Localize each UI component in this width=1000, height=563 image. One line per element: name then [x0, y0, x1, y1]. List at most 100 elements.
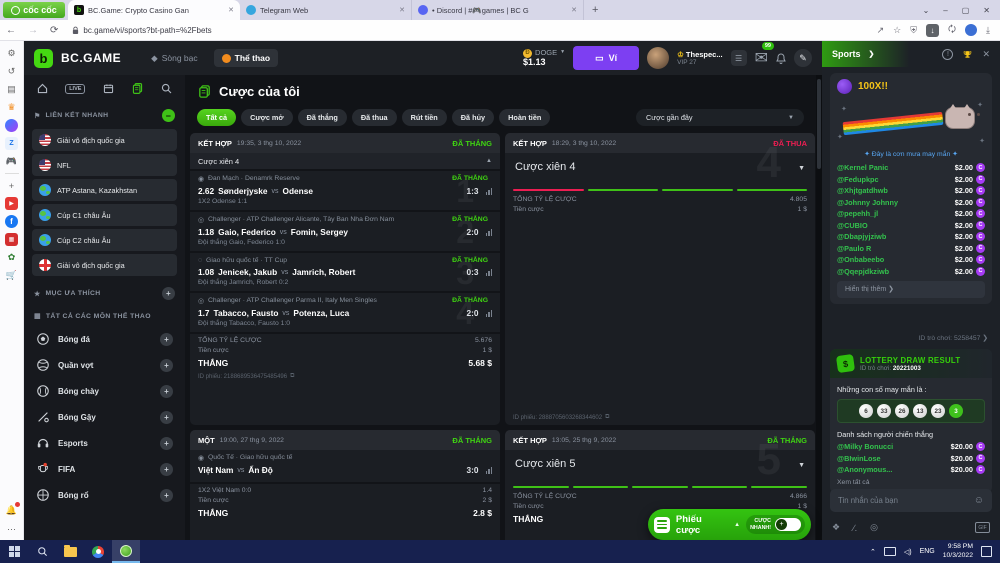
sidebar-item-fifa[interactable]: FIFA +	[32, 458, 177, 480]
rain-winner-row[interactable]: @Kernel Panic$2.00C	[837, 163, 985, 172]
rain-winner-row[interactable]: @Xhjtgatdhwb$2.00C	[837, 186, 985, 195]
share-icon[interactable]: ↗	[877, 25, 885, 36]
gif-keyboard-icon[interactable]: GIF	[975, 522, 990, 533]
expand-icon[interactable]: ▼	[798, 165, 805, 172]
filter-cashout[interactable]: Rút tiền	[402, 109, 447, 126]
taskbar-search-icon[interactable]	[28, 540, 56, 563]
tab-close-icon[interactable]: ✕	[571, 6, 577, 14]
inbox-button[interactable]: ✉99	[755, 48, 768, 68]
chat-channel-sports[interactable]: Sports❯	[822, 41, 914, 67]
add-favorite-button[interactable]: +	[162, 287, 175, 300]
scrollbar-thumb[interactable]	[817, 79, 821, 169]
home-icon[interactable]	[36, 82, 49, 95]
cart-app-icon[interactable]: 🛒	[5, 269, 18, 282]
lottery-winner-row[interactable]: @BIwinLose$20.00C	[837, 454, 985, 463]
expand-sport-button[interactable]: +	[160, 359, 173, 372]
filter-lost[interactable]: Đã thua	[352, 109, 397, 126]
rain-winner-row[interactable]: @Paulo R$2.00C	[837, 244, 985, 253]
new-tab-button[interactable]: +	[592, 4, 598, 16]
sidebar-item-football[interactable]: Bóng đá +	[32, 328, 177, 350]
rain-game-id[interactable]: ID trò chơi: 5258457 ❯	[919, 334, 988, 342]
nav-casino[interactable]: ◆Sòng bạc	[143, 49, 205, 68]
trophy-icon[interactable]	[962, 49, 973, 60]
sort-dropdown[interactable]: Cược gần đây ▼	[636, 109, 804, 126]
user-avatar[interactable]	[647, 47, 669, 69]
more-icon[interactable]: ⋯	[5, 523, 18, 536]
bcgame-logo-icon[interactable]: b	[34, 49, 53, 68]
forward-icon[interactable]: →	[28, 25, 38, 36]
close-button[interactable]: ✕	[983, 6, 990, 15]
coin-drop-icon[interactable]: ◎	[870, 522, 878, 533]
quick-link-item[interactable]: Cúp C2 châu Âu	[32, 229, 177, 251]
tab-search-icon[interactable]: ⌄	[923, 6, 930, 15]
bet-card-single-won[interactable]: MỘT19:00, 27 thg 9, 2022ĐÃ THẮNG ◉Quốc T…	[190, 430, 500, 540]
copy-icon[interactable]: ⧉	[290, 373, 294, 380]
wallet-button[interactable]: ▭Ví	[573, 46, 639, 70]
tab-close-icon[interactable]: ✕	[399, 6, 405, 14]
network-icon[interactable]	[884, 547, 896, 556]
expand-sport-button[interactable]: +	[160, 489, 173, 502]
expand-sport-button[interactable]: +	[160, 437, 173, 450]
user-menu-button[interactable]: ☰	[731, 50, 747, 66]
language-indicator[interactable]: ENG	[920, 548, 935, 555]
expand-sport-button[interactable]: +	[160, 333, 173, 346]
taskbar-clock[interactable]: 9:58 PM10/3/2022	[943, 543, 973, 560]
rain-winner-row[interactable]: @Onbabeebo$2.00C	[837, 255, 985, 264]
collapse-icon[interactable]: ▲	[486, 158, 492, 164]
live-icon[interactable]: LIVE	[65, 84, 85, 94]
info-icon[interactable]: !	[942, 49, 953, 60]
sidebar-item-cricket[interactable]: Bóng Gậy +	[32, 406, 177, 428]
nav-sports[interactable]: Thể thao	[214, 49, 278, 67]
download-active-icon[interactable]: ↓	[926, 24, 939, 37]
filter-refund[interactable]: Hoàn tiền	[499, 109, 550, 126]
chat-rules-icon[interactable]: ∕.	[853, 523, 857, 533]
bell-icon[interactable]	[776, 53, 786, 64]
expand-icon[interactable]: ▼	[798, 462, 805, 469]
stats-bars-icon[interactable]	[486, 229, 493, 236]
browser-profile-avatar[interactable]	[965, 24, 977, 36]
expand-sport-button[interactable]: +	[160, 411, 173, 424]
wallet-balance[interactable]: ÐDOGE▼ $1.13	[523, 49, 565, 68]
calendar-icon[interactable]	[102, 82, 115, 95]
messenger-icon[interactable]	[5, 119, 18, 132]
betslip-fab[interactable]: Phiếu cược ▲ CƯỢCNHANH! +	[648, 509, 811, 540]
view-all-link[interactable]: Xem tất cả	[837, 479, 985, 486]
rain-winner-row[interactable]: @Johnny Johnny$2.00C	[837, 198, 985, 207]
file-explorer-icon[interactable]	[56, 540, 84, 563]
bet-card-combo-lost[interactable]: KẾT HỢP18:29, 3 thg 10, 2022ĐÃ THUA 4 Cư…	[505, 133, 815, 425]
facebook-icon[interactable]: f	[5, 215, 18, 228]
expand-sport-button[interactable]: +	[160, 463, 173, 476]
bcgame-logo-text[interactable]: BC.GAME	[61, 51, 121, 65]
coccoc-menu-button[interactable]: cốc cốc	[3, 2, 65, 18]
chat-toggle-icon[interactable]: ✎	[794, 49, 812, 67]
rain-feature-icon[interactable]: ❖	[832, 522, 840, 533]
rain-winner-row[interactable]: @pepehh_jl$2.00C	[837, 209, 985, 218]
sidebar-item-esports[interactable]: Esports +	[32, 432, 177, 454]
games-controller-icon[interactable]: 🎮	[5, 155, 18, 168]
quick-link-item[interactable]: Cúp C1 châu Âu	[32, 204, 177, 226]
collapse-quick-links-button[interactable]: −	[162, 109, 175, 122]
filter-all[interactable]: Tất cả	[197, 109, 236, 126]
bell-icon[interactable]: 🔔	[5, 504, 18, 517]
my-bets-icon[interactable]	[131, 82, 144, 95]
filter-cancelled[interactable]: Đã hủy	[452, 109, 494, 126]
notifications-icon[interactable]: 🗘	[948, 22, 956, 38]
bet-card-combo-won[interactable]: KẾT HỢP19:35, 3 thg 10, 2022ĐÃ THẮNG Cượ…	[190, 133, 500, 425]
start-button[interactable]	[0, 540, 28, 563]
lottery-winner-row[interactable]: @Milky Bonucci$20.00C	[837, 442, 985, 451]
crown-rewards-icon[interactable]: ♛	[5, 101, 18, 114]
downloads-tray-icon[interactable]: ⤓	[986, 25, 990, 36]
tab-close-icon[interactable]: ✕	[228, 6, 234, 14]
maximize-button[interactable]: ▢	[962, 6, 970, 15]
sidebar-item-tennis[interactable]: Quần vợt +	[32, 354, 177, 376]
rain-winner-row[interactable]: @Dbapjyjziwb$2.00C	[837, 232, 985, 241]
lottery-winner-row[interactable]: @Anonymous...$20.00C	[837, 465, 985, 474]
reload-icon[interactable]: ⟳	[50, 25, 58, 36]
volume-icon[interactable]: ◁)	[904, 548, 912, 556]
chat-message-input[interactable]: Tin nhắn của bạn ☺	[830, 489, 992, 512]
stats-bars-icon[interactable]	[486, 310, 493, 317]
sidebar-item-baseball[interactable]: Bóng chày +	[32, 380, 177, 402]
shopping-app-icon[interactable]: ▦	[5, 233, 18, 246]
leaf-app-icon[interactable]: ✿	[5, 251, 18, 264]
filter-won[interactable]: Đã thắng	[298, 109, 347, 126]
